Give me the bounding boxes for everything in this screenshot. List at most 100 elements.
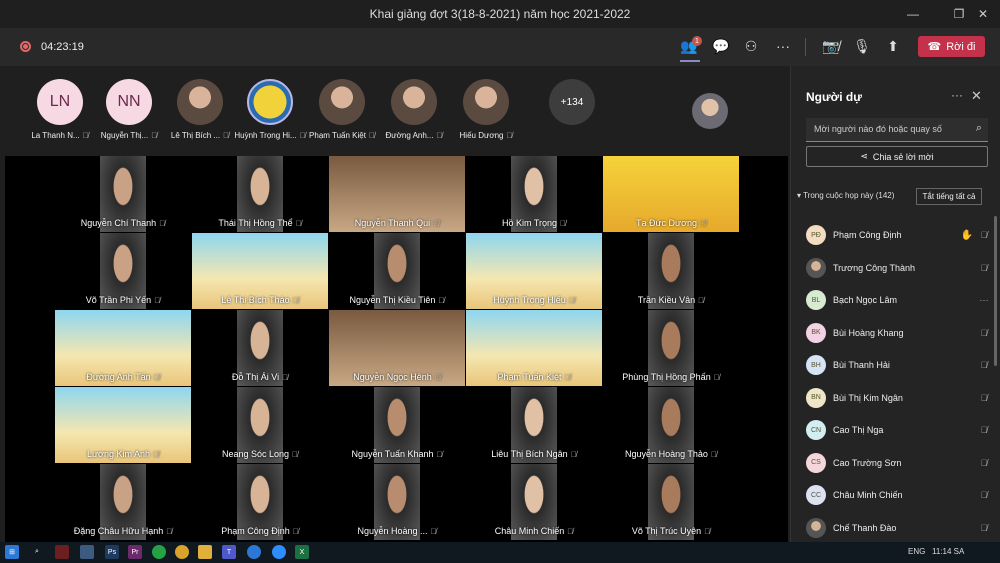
participant-row[interactable]: Trương Công Thành 🎙̸: [806, 257, 991, 279]
folder-icon[interactable]: [198, 545, 212, 559]
panel-scrollbar[interactable]: [994, 216, 997, 366]
tile-participant-name: Liêu Thị Bích Ngân: [491, 449, 568, 459]
minimize-icon[interactable]: —: [896, 0, 930, 28]
video-tile[interactable]: Thái Thị Hồng Thể 🎙̸: [192, 156, 328, 232]
participant-row[interactable]: Chế Thanh Đào 🎙̸: [806, 517, 991, 539]
participant-name: Bùi Thị Kim Ngân: [833, 392, 903, 403]
more-actions-icon[interactable]: ···: [772, 36, 794, 56]
search-taskbar-icon[interactable]: ⌕: [30, 545, 44, 559]
tile-participant-name: Nguyễn Chí Thanh: [80, 218, 157, 228]
camera-off-icon[interactable]: 📷̸: [820, 36, 842, 56]
participant-row[interactable]: BK Bùi Hoàng Khang 🎙̸: [806, 322, 991, 344]
strip-participant[interactable]: LN La Thanh N... 🎙̸: [20, 79, 100, 140]
muted-mic-icon: 🎙̸: [980, 262, 988, 273]
app-icon-2[interactable]: [80, 545, 94, 559]
video-tile[interactable]: Võ Trần Phi Yến 🎙̸: [55, 233, 191, 309]
in-meeting-section-header[interactable]: ▾ Trong cuộc họp này (142): [797, 191, 894, 200]
participant-row[interactable]: CS Cao Trường Sơn 🎙̸: [806, 452, 991, 474]
muted-mic-icon: 🎙̸: [564, 373, 571, 382]
chrome-icon[interactable]: [175, 545, 189, 559]
photoshop-icon[interactable]: Ps: [105, 545, 119, 559]
zoom-icon[interactable]: [272, 545, 286, 559]
strip-participant[interactable]: Đường Anh... 🎙̸: [374, 79, 454, 140]
video-grid: Nguyễn Chí Thanh 🎙̸ Thái Thị Hồng Thể 🎙̸ Ngu…: [5, 156, 788, 542]
participant-avatar: CS: [806, 452, 826, 473]
video-tile[interactable]: Nguyễn Hoàng ... 🎙̸: [329, 464, 465, 540]
video-tile[interactable]: Nguyễn Tuấn Khanh 🎙̸: [329, 387, 465, 463]
invite-input[interactable]: Mời người nào đó hoặc quay số ⌕: [806, 118, 988, 142]
video-tile[interactable]: Nguyễn Chí Thanh 🎙̸: [55, 156, 191, 232]
participant-name: Bùi Hoàng Khang: [833, 327, 904, 338]
tile-participant-name: Phùng Thị Hồng Phấn: [622, 372, 711, 382]
video-tile[interactable]: Châu Minh Chiến 🎙̸: [466, 464, 602, 540]
tile-participant-name: Nguyễn Hoàng Thảo: [625, 449, 708, 459]
tile-participant-name: Nguyễn Hoàng ...: [357, 526, 428, 536]
video-tile[interactable]: Võ Thị Trúc Uyên 🎙̸: [603, 464, 739, 540]
video-tile[interactable]: Nguyễn Hoàng Thảo 🎙̸: [603, 387, 739, 463]
premiere-icon[interactable]: Pr: [128, 545, 142, 559]
strip-participant[interactable]: Hiếu Dương 🎙̸: [446, 79, 526, 140]
participant-avatar: BL: [806, 290, 826, 310]
video-tile[interactable]: Nguyễn Thanh Qui 🎙̸: [329, 156, 465, 232]
video-tile[interactable]: Đường Anh Tấn 🎙̸: [55, 310, 191, 386]
app-icon-1[interactable]: [55, 545, 69, 559]
share-invite-button[interactable]: ⋖ Chia sẻ lời mời: [806, 146, 988, 167]
breakout-rooms-icon[interactable]: ⚇: [740, 36, 762, 56]
panel-title: Người dự: [806, 90, 862, 104]
video-tile[interactable]: Đỗ Thị Ái Vi 🎙̸: [192, 310, 328, 386]
participant-name: Huỳnh Trọng Hi...: [234, 131, 297, 140]
more-participants-button[interactable]: +134: [532, 79, 612, 125]
video-tile[interactable]: Phạm Tuấn Kiệt 🎙̸: [466, 310, 602, 386]
muted-mic-icon: 🎙̸: [152, 450, 159, 459]
mic-off-icon[interactable]: 🎙: [851, 36, 873, 56]
video-tile[interactable]: Liêu Thị Bích Ngân 🎙̸: [466, 387, 602, 463]
muted-mic-icon: 🎙̸: [704, 527, 711, 536]
strip-participant[interactable]: NN Nguyễn Thị... 🎙̸: [89, 79, 169, 140]
participant-row[interactable]: BL Bạch Ngọc Lâm ···: [806, 289, 991, 311]
teams-icon[interactable]: T: [222, 545, 236, 559]
share-screen-icon[interactable]: ⬆: [882, 36, 904, 56]
video-tile[interactable]: Trần Kiều Vân 🎙̸: [603, 233, 739, 309]
muted-mic-icon: 🎙̸: [292, 527, 299, 536]
video-tile[interactable]: Đặng Châu Hữu Hạnh 🎙̸: [55, 464, 191, 540]
participant-row[interactable]: CC Châu Minh Chiến 🎙̸: [806, 484, 991, 506]
video-tile[interactable]: Huỳnh Trọng Hiếu 🎙̸: [466, 233, 602, 309]
participants-badge: 1: [692, 36, 702, 46]
strip-participant[interactable]: Lê Thị Bích ... 🎙̸: [160, 79, 240, 140]
start-icon[interactable]: ⊞: [5, 545, 19, 559]
participant-row[interactable]: CN Cao Thị Nga 🎙̸: [806, 419, 991, 441]
video-tile[interactable]: Hồ Kim Trọng 🎙̸: [466, 156, 602, 232]
edge-icon[interactable]: [247, 545, 261, 559]
excel-icon[interactable]: X: [295, 545, 309, 559]
video-tile[interactable]: Phùng Thị Hồng Phấn 🎙̸: [603, 310, 739, 386]
strip-participant[interactable]: Huỳnh Trọng Hi... 🎙̸: [230, 79, 310, 140]
participant-row[interactable]: BH Bùi Thanh Hải 🎙̸: [806, 354, 991, 376]
video-tile[interactable]: Phạm Công Định 🎙̸: [192, 464, 328, 540]
participant-more-icon[interactable]: ···: [977, 295, 991, 305]
meeting-timer: 04:23:19: [41, 41, 84, 53]
video-tile[interactable]: Tạ Đức Dương 🎙̸: [603, 156, 739, 232]
clock[interactable]: 11:14 SA: [932, 547, 964, 556]
leave-button[interactable]: ☎ Rời đi: [918, 36, 985, 57]
participant-row[interactable]: PĐ Phạm Công Định ✋ 🎙̸: [806, 224, 991, 246]
tile-participant-name: Trần Kiều Vân: [637, 295, 696, 305]
participant-row[interactable]: BN Bùi Thị Kim Ngân 🎙̸: [806, 387, 991, 409]
phone-hangup-icon: ☎: [927, 41, 942, 53]
whatsapp-icon[interactable]: [152, 545, 166, 559]
section-label: Trong cuộc họp này (142): [803, 191, 895, 200]
video-tile[interactable]: Nguyễn Ngọc Hênh 🎙̸: [329, 310, 465, 386]
panel-close-icon[interactable]: ✕: [971, 88, 982, 104]
panel-more-icon[interactable]: ···: [951, 88, 963, 102]
video-tile[interactable]: Nguyễn Thị Kiều Tiên 🎙̸: [329, 233, 465, 309]
participant-avatar: BK: [806, 322, 826, 343]
muted-mic-icon: 🎙̸: [436, 450, 443, 459]
participant-name: Cao Trường Sơn: [833, 457, 902, 468]
video-tile[interactable]: Lê Thị Bích Thảo 🎙̸: [192, 233, 328, 309]
close-window-icon[interactable]: ✕: [966, 0, 1000, 28]
video-tile[interactable]: Lương Kim Anh 🎙̸: [55, 387, 191, 463]
strip-participant[interactable]: Phạm Tuấn Kiệt 🎙̸: [302, 79, 382, 140]
chat-icon[interactable]: 💬: [710, 36, 732, 56]
language-indicator[interactable]: ENG: [908, 547, 925, 556]
video-tile[interactable]: Neang Sóc Long 🎙̸: [192, 387, 328, 463]
mute-all-button[interactable]: Tắt tiếng tất cả: [916, 188, 982, 205]
